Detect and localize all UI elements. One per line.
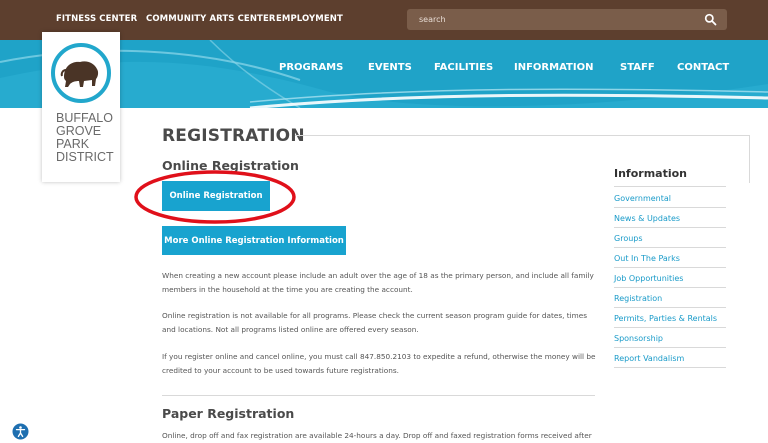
nav-events[interactable]: EVENTS <box>368 62 412 73</box>
sidebar-divider <box>614 227 726 228</box>
top-link-employment[interactable]: EMPLOYMENT <box>276 14 343 24</box>
highlight-ring <box>134 170 296 224</box>
top-link-fitness-center[interactable]: FITNESS CENTER <box>56 14 137 24</box>
search-icon[interactable] <box>704 13 717 26</box>
search-box <box>407 9 727 30</box>
sidebar-divider <box>614 367 726 368</box>
sidebar-link-news-updates[interactable]: News & Updates <box>614 214 680 223</box>
bison-icon <box>51 43 111 103</box>
nav-programs[interactable]: PROGRAMS <box>279 62 343 73</box>
title-divider <box>295 135 750 136</box>
sidebar-link-sponsorship[interactable]: Sponsorship <box>614 334 663 343</box>
paragraph-new-account: When creating a new account please inclu… <box>162 271 594 294</box>
sidebar-title: Information <box>614 167 687 180</box>
sidebar-link-out-in-the-parks[interactable]: Out In The Parks <box>614 254 680 263</box>
site-logo[interactable]: BUFFALO GROVE PARK DISTRICT <box>42 32 120 182</box>
content-divider <box>749 135 750 183</box>
logo-wordmark: BUFFALO GROVE PARK DISTRICT <box>56 111 114 164</box>
sidebar-divider <box>614 267 726 268</box>
sidebar-link-permits-parties-rentals[interactable]: Permits, Parties & Rentals <box>614 314 717 323</box>
nav-information[interactable]: INFORMATION <box>514 62 593 73</box>
sidebar-divider <box>614 207 726 208</box>
paragraph-paper-registration: Online, drop off and fax registration ar… <box>162 431 592 440</box>
page-title: REGISTRATION <box>162 126 305 146</box>
sidebar-divider <box>614 287 726 288</box>
nav-staff[interactable]: STAFF <box>620 62 655 73</box>
sidebar-divider <box>614 247 726 248</box>
sidebar-divider <box>614 307 726 308</box>
nav-facilities[interactable]: FACILITIES <box>434 62 493 73</box>
top-link-community-arts-center[interactable]: COMMUNITY ARTS CENTER <box>146 14 276 24</box>
sidebar-link-report-vandalism[interactable]: Report Vandalism <box>614 354 684 363</box>
paper-registration-heading: Paper Registration <box>162 406 295 421</box>
more-online-registration-button[interactable]: More Online Registration Information <box>162 226 346 255</box>
paragraph-refund: If you register online and cancel online… <box>162 352 596 375</box>
sidebar-divider <box>614 327 726 328</box>
sidebar-link-groups[interactable]: Groups <box>614 234 643 243</box>
sidebar-divider <box>614 186 726 187</box>
sidebar-link-job-opportunities[interactable]: Job Opportunities <box>614 274 683 283</box>
sidebar-divider <box>614 347 726 348</box>
section-divider <box>162 395 595 396</box>
sidebar-link-governmental[interactable]: Governmental <box>614 194 671 203</box>
paragraph-availability: Online registration is not available for… <box>162 311 588 334</box>
search-input[interactable] <box>407 9 697 30</box>
accessibility-icon[interactable] <box>12 423 29 440</box>
nav-contact[interactable]: CONTACT <box>677 62 729 73</box>
sidebar-link-registration[interactable]: Registration <box>614 294 662 303</box>
